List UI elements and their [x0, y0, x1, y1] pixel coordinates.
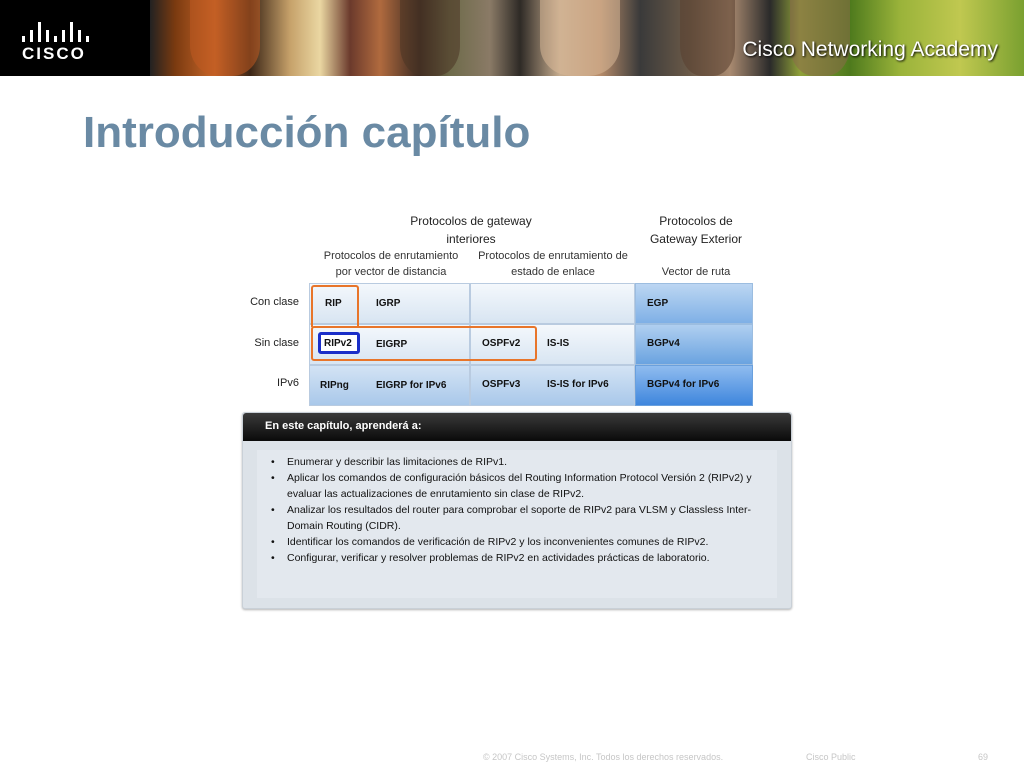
- objectives-list: Enumerar y describir las limitaciones de…: [257, 454, 777, 566]
- row-label-classless: Sin clase: [254, 337, 299, 349]
- objectives-panel-header: En este capítulo, aprenderá a:: [243, 413, 791, 441]
- objectives-heading: En este capítulo, aprenderá a:: [265, 420, 422, 432]
- list-item: Analizar los resultados del router para …: [257, 502, 777, 534]
- row-label-ipv6: IPv6: [276, 377, 299, 389]
- protocol-ripng: RIPng: [320, 380, 349, 391]
- protocol-ospfv3: OSPFv3: [482, 379, 521, 390]
- protocol-ospfv2: OSPFv2: [482, 338, 521, 349]
- protocol-bgpv4-ipv6: BGPv4 for IPv6: [647, 379, 720, 390]
- protocol-rip: RIP: [325, 298, 342, 309]
- cisco-logo: CISCO: [0, 0, 150, 76]
- footer-classification: Cisco Public: [806, 752, 856, 762]
- protocol-egp: EGP: [647, 298, 669, 309]
- header-banner: CISCO Cisco Networking Academy: [0, 0, 1024, 76]
- list-item: Identificar los comandos de verificación…: [257, 534, 777, 550]
- link-state-subheader: Protocolos de enrutamiento de estado de …: [478, 250, 628, 278]
- row-label-classful: Con clase: [250, 296, 299, 308]
- photo-person: [540, 0, 620, 76]
- objectives-panel-body: Enumerar y describir las limitaciones de…: [257, 450, 777, 598]
- photo-person: [680, 0, 735, 76]
- list-item: Aplicar los comandos de configuración bá…: [257, 470, 777, 502]
- igp-header: Protocolos de gateway interiores: [410, 214, 532, 246]
- cisco-bridge-icon: [22, 20, 92, 42]
- cell-ls-classful: [470, 283, 635, 324]
- page-title: Introducción capítulo: [83, 108, 531, 157]
- protocol-eigrp-ipv6: EIGRP for IPv6: [376, 380, 447, 391]
- protocol-igrp: IGRP: [376, 298, 401, 309]
- footer-copyright: © 2007 Cisco Systems, Inc. Todos los der…: [483, 752, 724, 762]
- protocol-ripv2: RIPv2: [324, 338, 352, 349]
- list-item: Enumerar y describir las limitaciones de…: [257, 454, 777, 470]
- protocol-bgpv4: BGPv4: [647, 338, 680, 349]
- routing-protocol-table: RIP IGRP EGP RIPv2 EIGRP OSPFv2 IS-IS BG…: [309, 283, 753, 406]
- protocol-isis: IS-IS: [547, 338, 570, 349]
- protocol-eigrp: EIGRP: [376, 339, 408, 350]
- cisco-logo-text: CISCO: [22, 44, 86, 63]
- photo-person: [400, 0, 460, 76]
- path-vector-subheader: Vector de ruta: [661, 266, 731, 278]
- list-item: Configurar, verificar y resolver problem…: [257, 550, 777, 566]
- academy-brand: Cisco Networking Academy: [742, 38, 998, 61]
- photo-person: [190, 0, 260, 76]
- objectives-panel: En este capítulo, aprenderá a: Enumerar …: [242, 412, 792, 609]
- protocol-isis-ipv6: IS-IS for IPv6: [547, 379, 609, 390]
- distance-vector-subheader: Protocolos de enrutamiento por vector de…: [323, 250, 459, 278]
- egp-header: Protocolos de Gateway Exterior: [649, 214, 743, 246]
- footer-page-number: 69: [978, 752, 989, 762]
